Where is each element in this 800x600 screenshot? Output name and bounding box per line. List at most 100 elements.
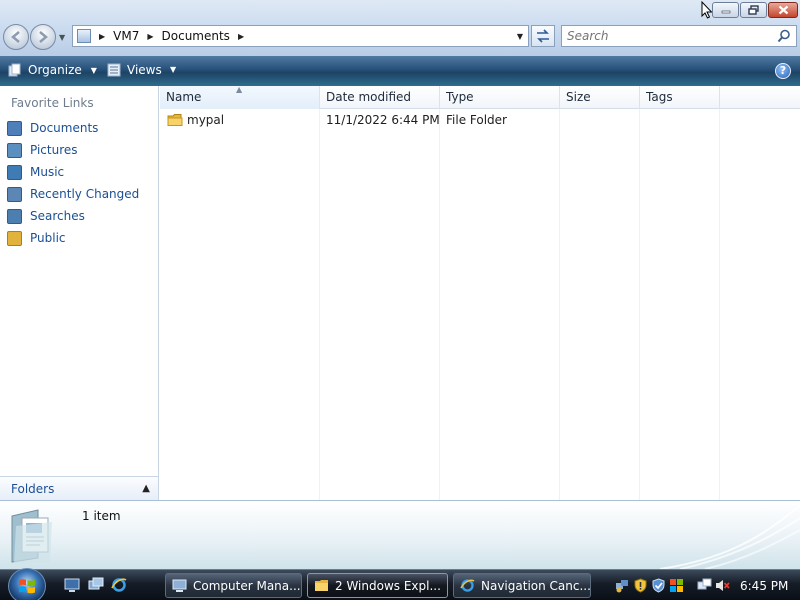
refresh-icon — [537, 29, 549, 43]
task-group-dropdown-icon: ▼ — [447, 581, 448, 590]
views-button[interactable]: Views — [107, 63, 162, 77]
sidebar-item-music[interactable]: Music — [0, 161, 158, 183]
music-icon — [7, 164, 22, 180]
security-shield-icon[interactable] — [633, 578, 648, 593]
column-header-label: Type — [446, 90, 474, 104]
sidebar-item-label: Documents — [30, 121, 99, 135]
column-divider — [319, 109, 320, 500]
sidebar-item-pictures[interactable]: Pictures — [0, 139, 158, 161]
column-header-label: Size — [566, 90, 591, 104]
sort-ascending-icon: ▲ — [236, 85, 243, 94]
close-icon — [778, 5, 788, 15]
task-label: 2 Windows Expl... — [335, 578, 441, 593]
search-icon[interactable] — [777, 29, 791, 43]
folder-icon — [167, 114, 183, 126]
window-controls — [712, 2, 798, 18]
documents-icon — [7, 120, 22, 136]
sidebar-item-public[interactable]: Public — [0, 227, 158, 249]
table-row[interactable]: mypal 11/1/2022 6:44 PM File Folder — [160, 109, 720, 131]
search-input[interactable] — [562, 29, 767, 43]
date-modified-cell: 11/1/2022 6:44 PM — [326, 113, 440, 127]
file-name-cell[interactable]: mypal — [167, 109, 224, 131]
details-pane: 1 item — [0, 500, 800, 569]
breadcrumb-documents[interactable]: Documents — [162, 29, 230, 43]
windows-defender-icon[interactable] — [651, 578, 666, 593]
sidebar-item-documents[interactable]: Documents — [0, 117, 158, 139]
column-header-size[interactable]: Size — [560, 86, 640, 109]
folders-toggle[interactable]: Folders ▲ — [0, 476, 158, 500]
volume-muted-icon[interactable] — [715, 578, 730, 593]
folders-label: Folders — [11, 481, 55, 496]
computer-management-icon — [172, 579, 187, 592]
column-header-name[interactable]: ▲ Name — [160, 85, 320, 109]
windows-update-icon[interactable] — [669, 578, 684, 593]
organize-dropdown-icon: ▼ — [90, 65, 97, 75]
searches-icon — [7, 208, 22, 224]
recently-changed-icon — [7, 186, 22, 202]
close-button[interactable] — [768, 2, 798, 18]
sidebar-item-label: Searches — [30, 209, 85, 223]
forward-button[interactable] — [30, 24, 56, 50]
type-cell: File Folder — [446, 113, 507, 127]
column-header-label: Tags — [646, 90, 673, 104]
address-history-dropdown[interactable]: ▼ — [517, 32, 523, 41]
show-desktop-icon[interactable] — [64, 577, 80, 593]
column-header-type[interactable]: Type — [440, 86, 560, 109]
views-icon — [107, 63, 121, 77]
sidebar-item-label: Pictures — [30, 143, 78, 157]
taskbar-button-navigation-canceled[interactable]: Navigation Canc... — [453, 573, 591, 598]
sidebar-item-label: Music — [30, 165, 65, 179]
chevron-right-icon[interactable]: ▶ — [238, 32, 244, 41]
taskbar: Computer Mana... 2 Windows Expl... ▼ Nav… — [0, 568, 800, 600]
clock[interactable]: 6:45 PM — [740, 576, 788, 596]
column-header-tags[interactable]: Tags — [640, 86, 720, 109]
organize-label: Organize — [28, 63, 82, 77]
sidebar-item-label: Recently Changed — [30, 187, 140, 201]
internet-explorer-icon — [460, 579, 475, 592]
navigation-pane: Favorite Links Documents Pictures Music … — [0, 86, 159, 500]
help-icon[interactable]: ? — [775, 63, 791, 79]
back-button[interactable] — [3, 24, 29, 50]
breadcrumb-vm7[interactable]: VM7 — [113, 29, 139, 43]
restore-button[interactable] — [740, 2, 767, 18]
recent-pages-dropdown[interactable]: ▼ — [59, 33, 65, 42]
taskbar-button-computer-management[interactable]: Computer Mana... — [165, 573, 302, 598]
column-divider — [439, 109, 440, 500]
file-list[interactable]: ▲ Name Date modified Type Size Tags mypa… — [160, 85, 800, 500]
switch-windows-icon[interactable] — [88, 577, 104, 593]
search-box[interactable] — [561, 25, 797, 47]
favorite-links-heading: Favorite Links — [11, 96, 94, 110]
title-address-band: ▼ ▶ VM7 ▶ Documents ▶ ▼ — [0, 0, 800, 56]
chevron-right-icon[interactable]: ▶ — [147, 32, 153, 41]
column-header-date-modified[interactable]: Date modified — [320, 86, 440, 109]
task-label: Navigation Canc... — [481, 578, 591, 593]
minimize-button[interactable] — [712, 2, 739, 18]
taskbar-button-windows-explorer[interactable]: 2 Windows Expl... ▼ — [307, 573, 448, 598]
internet-explorer-icon[interactable] — [111, 577, 127, 593]
views-dropdown-icon[interactable]: ▼ — [170, 65, 176, 74]
back-arrow-icon — [11, 31, 20, 43]
computer-location-icon — [77, 29, 91, 43]
forward-arrow-icon — [39, 31, 48, 43]
item-count: 1 item — [82, 509, 121, 523]
organize-icon — [8, 63, 21, 77]
chevron-up-icon: ▲ — [142, 483, 150, 494]
column-header-row: ▲ Name Date modified Type Size Tags — [160, 85, 800, 109]
views-label: Views — [127, 63, 162, 77]
column-header-label: Name — [166, 90, 202, 104]
windows-logo-icon — [19, 579, 35, 594]
refresh-button[interactable] — [531, 25, 555, 47]
network-tray-icon[interactable] — [615, 578, 630, 593]
task-label: Computer Mana... — [193, 578, 301, 593]
pictures-icon — [7, 142, 22, 158]
sidebar-item-searches[interactable]: Searches — [0, 205, 158, 227]
organize-button[interactable]: Organize ▼ — [8, 63, 97, 77]
network-status-icon[interactable] — [697, 578, 712, 593]
start-button[interactable] — [8, 568, 46, 600]
sidebar-item-recently-changed[interactable]: Recently Changed — [0, 183, 158, 205]
public-folder-icon — [7, 230, 22, 246]
address-bar[interactable]: ▶ VM7 ▶ Documents ▶ ▼ — [72, 25, 529, 47]
folder-icon — [315, 580, 328, 591]
notification-area: 6:45 PM — [603, 574, 800, 598]
chevron-right-icon[interactable]: ▶ — [99, 32, 105, 41]
